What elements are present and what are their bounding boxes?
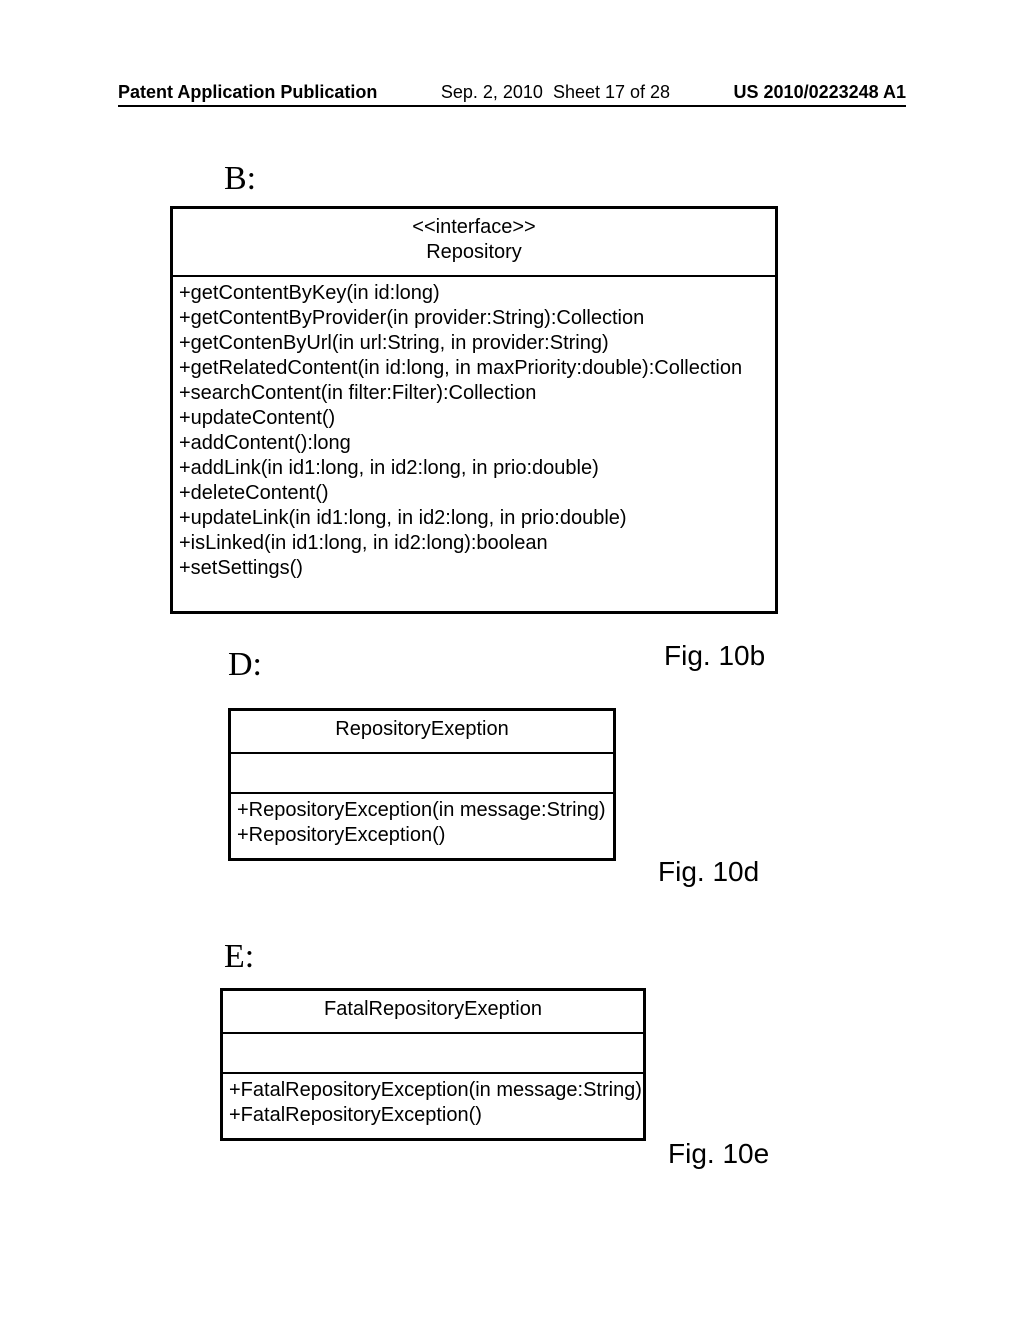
uml-op: +updateLink(in id1:long, in id2:long, in… <box>179 506 769 531</box>
uml-stereotype: <<interface>> <box>181 215 767 240</box>
uml-op: +addContent():long <box>179 431 769 456</box>
uml-op: +FatalRepositoryException() <box>229 1103 637 1128</box>
uml-op: +updateContent() <box>179 406 769 431</box>
figure-caption-10d: Fig. 10d <box>658 856 759 888</box>
section-label-d: D: <box>228 646 262 684</box>
section-label-b: B: <box>224 160 256 198</box>
uml-op: +getContentByKey(in id:long) <box>179 281 769 306</box>
header-publication-label: Patent Application Publication <box>118 82 377 103</box>
uml-op: +isLinked(in id1:long, in id2:long):bool… <box>179 531 769 556</box>
uml-attributes-empty <box>223 1034 643 1074</box>
page-header: Patent Application Publication Sep. 2, 2… <box>118 82 906 103</box>
uml-operations: +getContentByKey(in id:long) +getContent… <box>173 277 775 611</box>
uml-op: +addLink(in id1:long, in id2:long, in pr… <box>179 456 769 481</box>
uml-op: +getContenByUrl(in url:String, in provid… <box>179 331 769 356</box>
uml-op: +getRelatedContent(in id:long, in maxPri… <box>179 356 769 381</box>
uml-class-name: FatalRepositoryExeption <box>231 997 635 1022</box>
uml-op: +setSettings() <box>179 556 769 581</box>
uml-operations: +FatalRepositoryException(in message:Str… <box>223 1074 643 1138</box>
uml-class-repository-exception: RepositoryExeption +RepositoryException(… <box>228 708 616 861</box>
uml-class-fatal-repository-exception: FatalRepositoryExeption +FatalRepository… <box>220 988 646 1141</box>
uml-op: +RepositoryException() <box>237 823 607 848</box>
header-meta: Sep. 2, 2010 Sheet 17 of 28 <box>377 82 733 103</box>
uml-operations: +RepositoryException(in message:String) … <box>231 794 613 858</box>
section-label-e: E: <box>224 938 254 976</box>
header-date: Sep. 2, 2010 <box>441 82 543 102</box>
header-rule <box>118 105 906 107</box>
uml-attributes-empty <box>231 754 613 794</box>
uml-class-name: Repository <box>181 240 767 265</box>
uml-op: +getContentByProvider(in provider:String… <box>179 306 769 331</box>
header-publication-number: US 2010/0223248 A1 <box>734 82 906 103</box>
uml-class-header: FatalRepositoryExeption <box>223 991 643 1034</box>
uml-class-header: RepositoryExeption <box>231 711 613 754</box>
uml-class-header: <<interface>> Repository <box>173 209 775 277</box>
uml-op: +RepositoryException(in message:String) <box>237 798 607 823</box>
uml-op: +searchContent(in filter:Filter):Collect… <box>179 381 769 406</box>
header-sheet: Sheet 17 of 28 <box>553 82 670 102</box>
figure-caption-10b: Fig. 10b <box>664 640 765 672</box>
figure-caption-10e: Fig. 10e <box>668 1138 769 1170</box>
uml-class-repository: <<interface>> Repository +getContentByKe… <box>170 206 778 614</box>
uml-class-name: RepositoryExeption <box>239 717 605 742</box>
uml-op: +deleteContent() <box>179 481 769 506</box>
uml-op: +FatalRepositoryException(in message:Str… <box>229 1078 637 1103</box>
